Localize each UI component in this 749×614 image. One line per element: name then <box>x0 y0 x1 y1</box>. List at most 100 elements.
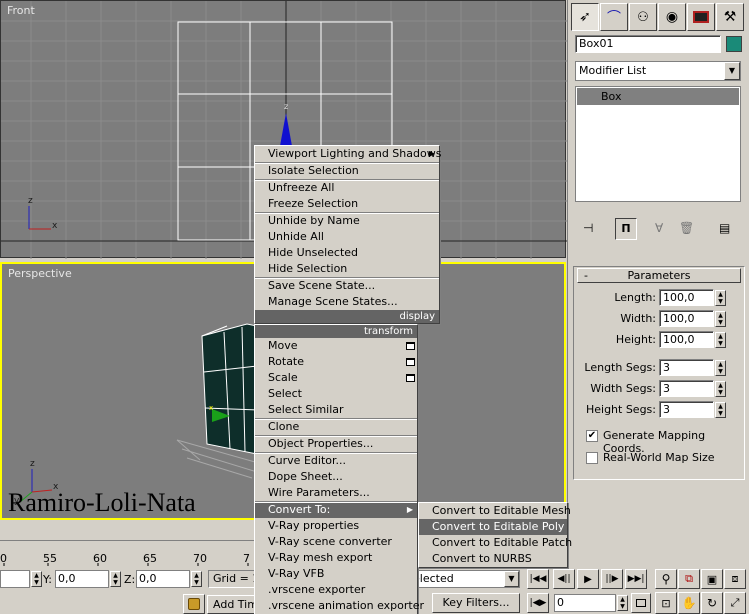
menu-item-scale[interactable]: Scale <box>255 370 417 386</box>
x-coord-field[interactable] <box>0 570 30 588</box>
stack-item-box[interactable]: Box <box>577 88 739 105</box>
modify-tab[interactable]: ⌒ <box>600 3 628 31</box>
menu-item-convert-to-editable-poly[interactable]: Convert to Editable Poly <box>419 519 567 535</box>
height-spinner[interactable]: ▲ ▼ <box>715 332 726 348</box>
menu-item-vrscene-animation-exporter[interactable]: .vrscene animation exporter <box>255 598 424 614</box>
tick-label: 65 <box>143 552 157 565</box>
menu-item-hide-unselected[interactable]: Hide Unselected <box>255 245 439 261</box>
zoom-all-button[interactable]: ⧉ <box>678 569 700 589</box>
hierarchy-tab[interactable]: ⚇ <box>629 3 657 31</box>
play-button[interactable]: ▶ <box>577 569 599 589</box>
menu-item-v-ray-mesh-export[interactable]: V-Ray mesh export <box>255 550 417 566</box>
chevron-down-icon[interactable]: ▼ <box>724 62 740 80</box>
menu-item-v-ray-scene-converter[interactable]: V-Ray scene converter <box>255 534 417 550</box>
add-time-tag-button[interactable]: Add Tim <box>207 595 259 614</box>
menu-item-move[interactable]: Move <box>255 338 417 354</box>
menu-item-unhide-by-name[interactable]: Unhide by Name <box>255 212 439 229</box>
configure-sets-icon[interactable]: ▤ <box>719 221 730 235</box>
z-coord-field[interactable]: 0,0 <box>136 570 190 588</box>
maximize-viewport-button[interactable]: ⤢ <box>724 592 746 614</box>
current-frame-field[interactable]: 0 <box>554 594 616 612</box>
selection-set-dropdown[interactable]: elected ▼ <box>410 570 520 588</box>
settings-box-icon[interactable] <box>406 374 415 382</box>
width-segs-field[interactable]: 3 <box>659 380 714 397</box>
chevron-down-icon[interactable]: ▼ <box>504 571 519 587</box>
region-zoom-button[interactable]: ⊡ <box>655 592 677 614</box>
zoom-button[interactable]: ⚲ <box>655 569 677 589</box>
menu-item-label: V-Ray mesh export <box>268 551 373 564</box>
timeline-ruler[interactable]: 0 55 60 65 70 7 <box>0 540 262 567</box>
menu-item-vrscene-exporter[interactable]: .vrscene exporter <box>255 582 417 598</box>
height-segs-spinner[interactable]: ▲ ▼ <box>715 402 726 418</box>
orbit-button[interactable]: ↻ <box>701 592 723 614</box>
front-viewport-label[interactable]: Front <box>7 4 35 17</box>
zoom-extents-button[interactable]: ▣ <box>701 569 723 589</box>
menu-item-unhide-all[interactable]: Unhide All <box>255 229 439 245</box>
menu-item-convert-to-editable-patch[interactable]: Convert to Editable Patch <box>419 535 572 551</box>
parameters-rollout-header[interactable]: - Parameters <box>577 268 741 283</box>
menu-item-convert-to[interactable]: Convert To: ▶ <box>255 501 417 518</box>
remove-modifier-icon[interactable]: 🗑 <box>679 221 694 235</box>
zoom-extents-all-button[interactable]: ⧈ <box>724 569 746 589</box>
menu-item-v-ray-vfb[interactable]: V-Ray VFB <box>255 566 417 582</box>
modifier-stack[interactable]: Box <box>575 86 741 202</box>
go-to-end-button[interactable]: ▶▶| <box>625 569 647 589</box>
next-frame-button[interactable]: ||▶ <box>601 569 623 589</box>
time-config-button[interactable] <box>631 593 651 613</box>
settings-box-icon[interactable] <box>406 342 415 350</box>
object-name-field[interactable]: Box01 <box>575 35 721 53</box>
y-coord-spinner[interactable]: ▲ ▼ <box>110 571 121 587</box>
go-to-start-button[interactable]: |◀◀ <box>527 569 549 589</box>
width-segs-spinner[interactable]: ▲ ▼ <box>715 381 726 397</box>
perspective-viewport-label[interactable]: Perspective <box>8 267 72 280</box>
create-tab[interactable]: ➶ <box>571 3 599 31</box>
menu-item-unfreeze-all[interactable]: Unfreeze All <box>255 179 439 196</box>
previous-frame-button[interactable]: ◀|| <box>553 569 575 589</box>
menu-item-manage-scene-states[interactable]: Manage Scene States... <box>255 294 439 310</box>
height-segs-field[interactable]: 3 <box>659 401 714 418</box>
width-spinner[interactable]: ▲ ▼ <box>715 311 726 327</box>
real-world-label[interactable]: Real-World Map Size <box>603 451 715 464</box>
x-coord-spinner[interactable]: ▲ ▼ <box>31 571 42 587</box>
menu-item-object-properties[interactable]: Object Properties... <box>255 435 417 452</box>
menu-item-wire-parameters[interactable]: Wire Parameters... <box>255 485 417 501</box>
menu-item-hide-selection[interactable]: Hide Selection <box>255 261 439 277</box>
length-segs-field[interactable]: 3 <box>659 359 714 376</box>
make-unique-icon[interactable]: ∀ <box>655 221 663 235</box>
utilities-tab[interactable]: ⚒ <box>716 3 744 31</box>
menu-item-select[interactable]: Select <box>255 386 417 402</box>
pin-stack-icon[interactable]: ⊣ <box>583 221 593 235</box>
length-spinner[interactable]: ▲ ▼ <box>715 290 726 306</box>
menu-item-convert-to-nurbs[interactable]: Convert to NURBS <box>419 551 567 567</box>
pan-button[interactable]: ✋ <box>678 592 700 614</box>
settings-box-icon[interactable] <box>406 358 415 366</box>
menu-item-convert-to-editable-mesh[interactable]: Convert to Editable Mesh <box>419 503 571 519</box>
gen-mapping-checkbox[interactable]: ✔ <box>586 430 598 442</box>
height-field[interactable]: 100,0 <box>659 331 714 348</box>
object-color-swatch[interactable] <box>726 36 742 52</box>
menu-item-select-similar[interactable]: Select Similar <box>255 402 417 418</box>
key-mode-button[interactable]: |◀▶ <box>527 593 549 613</box>
time-tag-button[interactable] <box>183 594 205 614</box>
y-coord-field[interactable]: 0,0 <box>55 570 109 588</box>
key-filters-button[interactable]: Key Filters... <box>432 593 520 613</box>
motion-tab[interactable]: ◉ <box>658 3 686 31</box>
z-coord-spinner[interactable]: ▲ ▼ <box>191 571 202 587</box>
modifier-list-dropdown[interactable]: Modifier List ▼ <box>575 61 741 81</box>
menu-item-viewport-lighting-and-shadows[interactable]: Viewport Lighting and Shadows ▶ <box>255 146 441 162</box>
width-field[interactable]: 100,0 <box>659 310 714 327</box>
display-tab[interactable] <box>687 3 715 31</box>
menu-item-clone[interactable]: Clone <box>255 418 417 435</box>
current-frame-spinner[interactable]: ▲ ▼ <box>617 595 628 611</box>
length-segs-spinner[interactable]: ▲ ▼ <box>715 360 726 376</box>
menu-item-save-scene-state[interactable]: Save Scene State... <box>255 277 439 294</box>
length-field[interactable]: 100,0 <box>659 289 714 306</box>
show-end-result-icon[interactable]: Π <box>615 218 637 240</box>
real-world-checkbox[interactable] <box>586 452 598 464</box>
menu-item-isolate-selection[interactable]: Isolate Selection <box>255 162 439 179</box>
menu-item-v-ray-properties[interactable]: V-Ray properties <box>255 518 417 534</box>
menu-item-dope-sheet[interactable]: Dope Sheet... <box>255 469 417 485</box>
menu-item-curve-editor[interactable]: Curve Editor... <box>255 452 417 469</box>
menu-item-freeze-selection[interactable]: Freeze Selection <box>255 196 439 212</box>
menu-item-rotate[interactable]: Rotate <box>255 354 417 370</box>
